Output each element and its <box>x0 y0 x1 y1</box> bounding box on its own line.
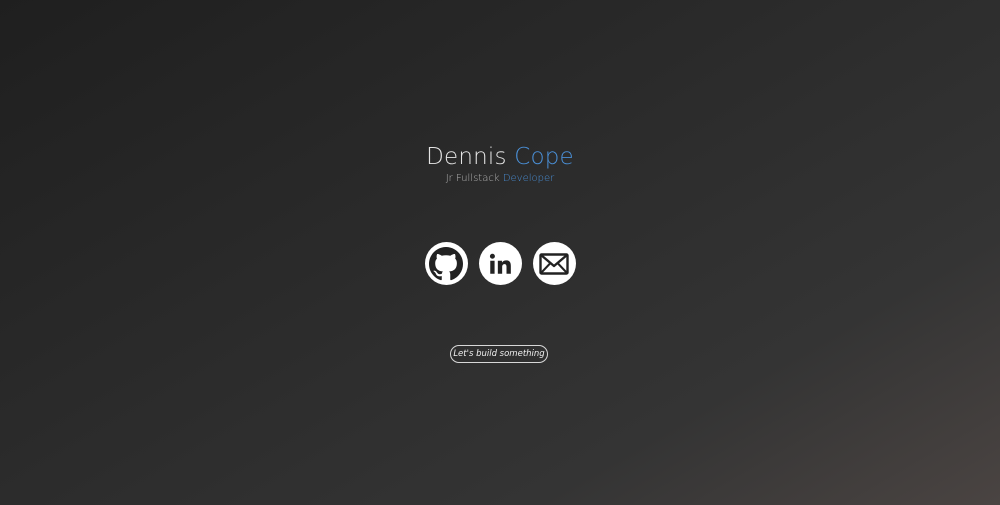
role-subtitle: Jr Fullstack Developer <box>0 172 1000 186</box>
first-name: Dennis <box>426 144 507 170</box>
linkedin-icon <box>489 253 511 274</box>
envelope-icon <box>539 252 569 275</box>
role-accent: Developer <box>502 173 555 184</box>
social-links <box>0 242 1000 285</box>
role-prefix: Jr Fullstack <box>445 173 500 184</box>
github-icon <box>429 246 463 280</box>
email-link[interactable] <box>532 242 576 285</box>
last-name: Cope <box>514 144 574 170</box>
lets-build-button[interactable]: Let's build something <box>450 345 548 363</box>
page-title: Dennis Cope <box>0 142 1000 172</box>
github-link[interactable] <box>424 242 468 285</box>
hero-section: Dennis Cope Jr Fullstack Developer Let's… <box>0 0 1000 505</box>
linkedin-link[interactable] <box>478 242 522 285</box>
